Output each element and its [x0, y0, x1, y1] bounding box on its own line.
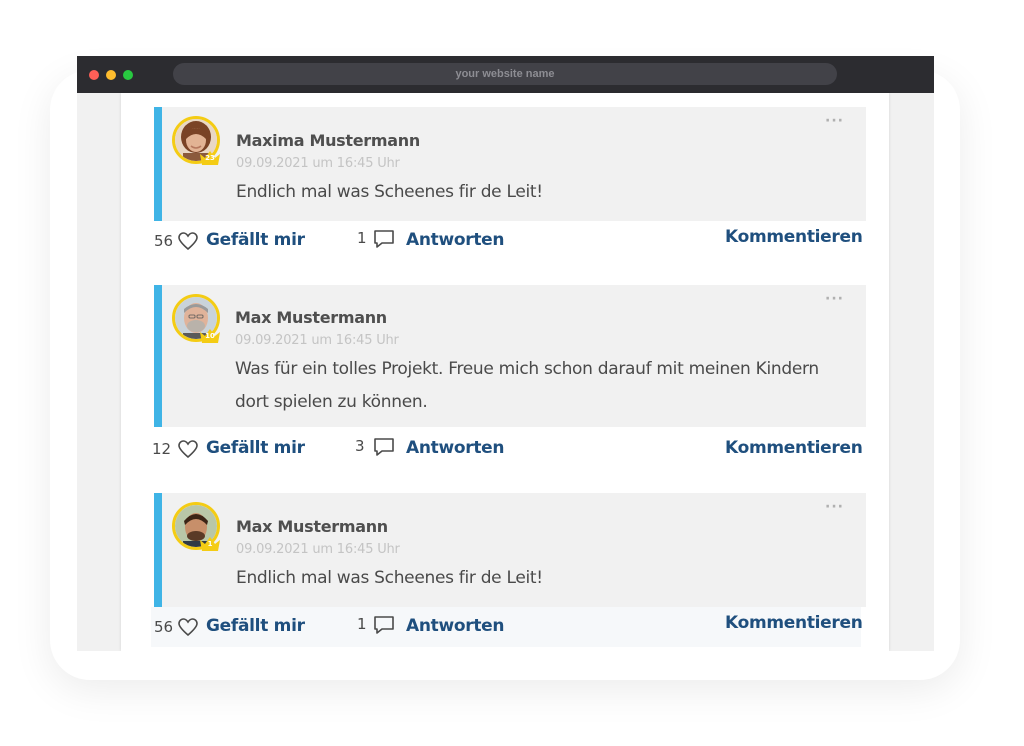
reply-count: 3: [355, 437, 365, 455]
heart-icon[interactable]: [178, 232, 198, 251]
like-button[interactable]: Gefällt mir: [206, 438, 305, 458]
rank-badge: 10: [199, 328, 221, 343]
address-bar[interactable]: your website name: [173, 63, 837, 85]
more-options-icon[interactable]: ···: [825, 499, 844, 515]
like-count: 56: [154, 618, 174, 636]
reply-button[interactable]: Antworten: [406, 616, 505, 636]
comment-author[interactable]: Max Mustermann: [236, 517, 388, 536]
comment-author[interactable]: Max Mustermann: [235, 308, 387, 327]
comment-card: 1 Max Mustermann 09.09.2021 um 16:45 Uhr…: [154, 493, 866, 607]
heart-icon[interactable]: [178, 618, 198, 637]
maximize-window-button[interactable]: [123, 70, 133, 80]
comment-card: 23 Maxima Mustermann 09.09.2021 um 16:45…: [154, 107, 866, 221]
speech-bubble-icon[interactable]: [373, 615, 395, 635]
reply-button[interactable]: Antworten: [406, 230, 505, 250]
comment-date: 09.09.2021 um 16:45 Uhr: [236, 542, 400, 557]
comment-actions: 56 Gefällt mir 1 Antworten Kommentieren: [151, 607, 863, 647]
reply-count: 1: [357, 615, 367, 633]
more-options-icon[interactable]: ···: [825, 291, 844, 307]
more-options-icon[interactable]: ···: [825, 113, 844, 129]
comment-button[interactable]: Kommentieren: [725, 227, 863, 247]
comment-button[interactable]: Kommentieren: [725, 438, 863, 458]
comment-date: 09.09.2021 um 16:45 Uhr: [235, 333, 399, 348]
comment-actions: 12 Gefällt mir 3 Antworten Kommentieren: [151, 429, 863, 469]
rank-badge: 23: [199, 150, 221, 165]
comment-text: Endlich mal was Scheenes fir de Leit!: [236, 182, 543, 202]
speech-bubble-icon[interactable]: [373, 437, 395, 457]
like-count: 12: [152, 440, 172, 458]
reply-count: 1: [357, 229, 367, 247]
browser-titlebar: your website name: [77, 56, 934, 93]
comment-author[interactable]: Maxima Mustermann: [236, 131, 420, 150]
speech-bubble-icon[interactable]: [373, 229, 395, 249]
close-window-button[interactable]: [89, 70, 99, 80]
rank-badge: 1: [199, 536, 221, 551]
like-button[interactable]: Gefällt mir: [206, 616, 305, 636]
like-count: 56: [154, 232, 174, 250]
comment-text: Endlich mal was Scheenes fir de Leit!: [236, 568, 543, 588]
page-content: 23 Maxima Mustermann 09.09.2021 um 16:45…: [121, 93, 889, 651]
heart-icon[interactable]: [178, 440, 198, 459]
browser-window: your website name 23 Maxima Mustermann 0…: [77, 56, 934, 651]
reply-button[interactable]: Antworten: [406, 438, 505, 458]
comment-text-line: dort spielen zu können.: [235, 392, 428, 412]
comment-button[interactable]: Kommentieren: [725, 613, 863, 633]
comment-text-line: Was für ein tolles Projekt. Freue mich s…: [235, 359, 819, 379]
comment-card: 10 Max Mustermann 09.09.2021 um 16:45 Uh…: [154, 285, 866, 427]
comment-actions: 56 Gefällt mir 1 Antworten Kommentieren: [151, 221, 863, 261]
comment-date: 09.09.2021 um 16:45 Uhr: [236, 156, 400, 171]
minimize-window-button[interactable]: [106, 70, 116, 80]
like-button[interactable]: Gefällt mir: [206, 230, 305, 250]
